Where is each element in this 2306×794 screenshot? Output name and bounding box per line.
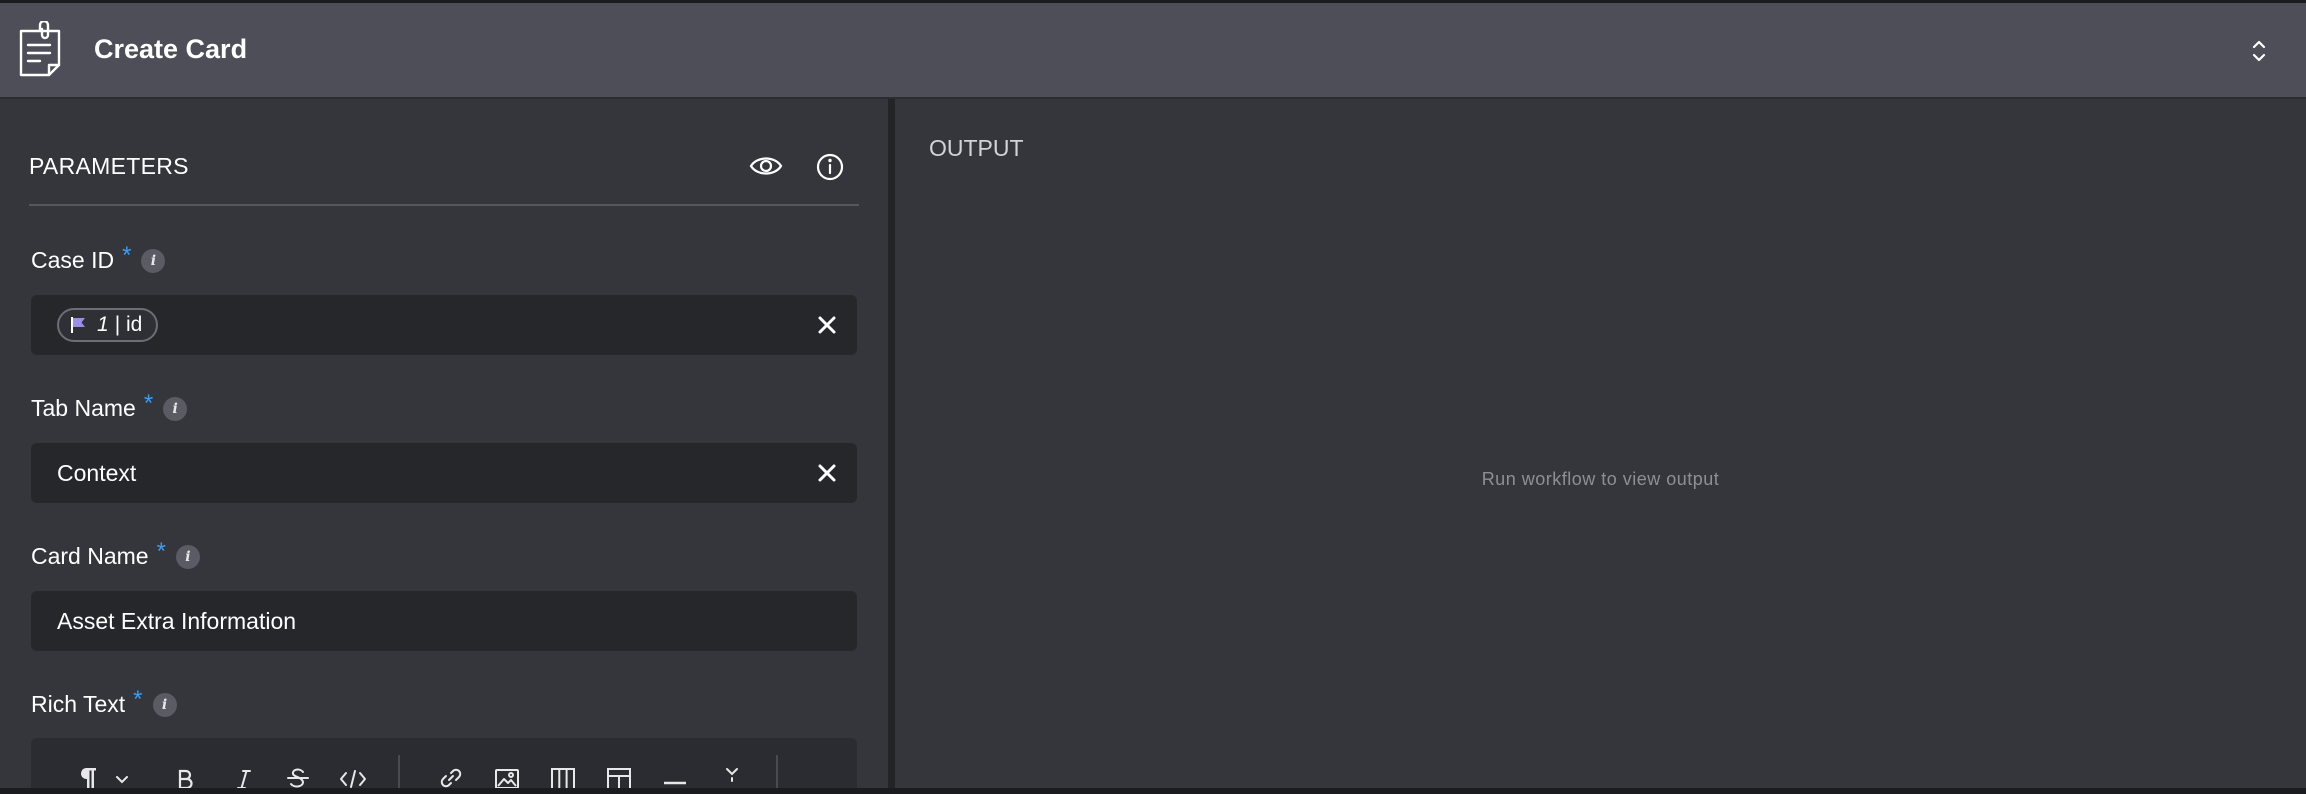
parameters-divider	[29, 204, 859, 206]
parameters-panel: PARAMETERS Case ID * i 1 | id Tab Name *…	[0, 99, 888, 788]
output-heading: OUTPUT	[929, 135, 1024, 161]
eye-icon[interactable]	[748, 149, 784, 183]
tab-name-label: Tab Name * i	[31, 390, 188, 423]
chip-field: | id	[114, 313, 143, 336]
close-icon[interactable]	[815, 461, 839, 485]
header-bar: Create Card	[0, 3, 2306, 99]
case-id-label-text: Case ID	[31, 247, 115, 273]
chevron-up-down-icon[interactable]	[2245, 35, 2273, 67]
output-empty-message: Run workflow to view output	[1481, 469, 1720, 489]
panel-resize-handle[interactable]	[888, 99, 895, 788]
more-icon[interactable]	[722, 765, 742, 788]
card-name-label: Card Name * i	[31, 538, 200, 571]
image-icon[interactable]	[494, 765, 520, 788]
case-id-input[interactable]: 1 | id	[31, 295, 857, 355]
tab-name-value: Context	[57, 460, 137, 486]
output-panel: OUTPUT Run workflow to view output	[895, 99, 2306, 788]
info-icon[interactable]: i	[152, 693, 177, 717]
required-marker: *	[133, 686, 143, 713]
toolbar-divider	[398, 755, 400, 788]
card-name-label-text: Card Name	[31, 543, 149, 569]
italic-icon[interactable]	[236, 765, 252, 788]
create-card-window: Create Card PARAMETERS Case ID * i 1 | i…	[0, 3, 2306, 788]
required-marker: *	[143, 390, 154, 417]
tab-name-label-text: Tab Name	[31, 395, 136, 421]
chevron-down-icon[interactable]	[114, 765, 130, 788]
variable-chip[interactable]: 1 | id	[57, 308, 159, 342]
case-id-label: Case ID * i	[31, 242, 166, 275]
required-marker: *	[122, 242, 132, 269]
info-icon[interactable]: i	[141, 249, 166, 273]
sticky-note-icon	[16, 19, 66, 79]
page-title: Create Card	[94, 34, 248, 64]
info-icon[interactable]: i	[163, 397, 188, 421]
required-marker: *	[156, 538, 166, 565]
rich-text-label-text: Rich Text	[31, 691, 126, 717]
info-icon[interactable]	[813, 150, 847, 184]
bold-icon[interactable]	[176, 765, 194, 788]
table-icon[interactable]	[606, 765, 632, 788]
columns-icon[interactable]	[550, 765, 576, 788]
toolbar-divider	[776, 755, 778, 788]
card-name-value: Asset Extra Information	[57, 608, 297, 634]
chip-step-number: 1	[97, 313, 109, 336]
strikethrough-icon[interactable]	[286, 765, 310, 788]
link-icon[interactable]	[438, 765, 464, 788]
card-name-input[interactable]: Asset Extra Information	[31, 591, 857, 651]
horizontal-rule-icon[interactable]	[662, 765, 688, 788]
tab-name-input[interactable]: Context	[31, 443, 857, 503]
info-icon[interactable]: i	[175, 545, 200, 569]
close-icon[interactable]	[815, 313, 839, 337]
parameters-heading: PARAMETERS	[29, 153, 189, 179]
paragraph-icon[interactable]	[78, 765, 98, 788]
flag-icon	[71, 317, 85, 333]
code-icon[interactable]	[338, 765, 368, 788]
rich-text-label: Rich Text * i	[31, 686, 177, 719]
